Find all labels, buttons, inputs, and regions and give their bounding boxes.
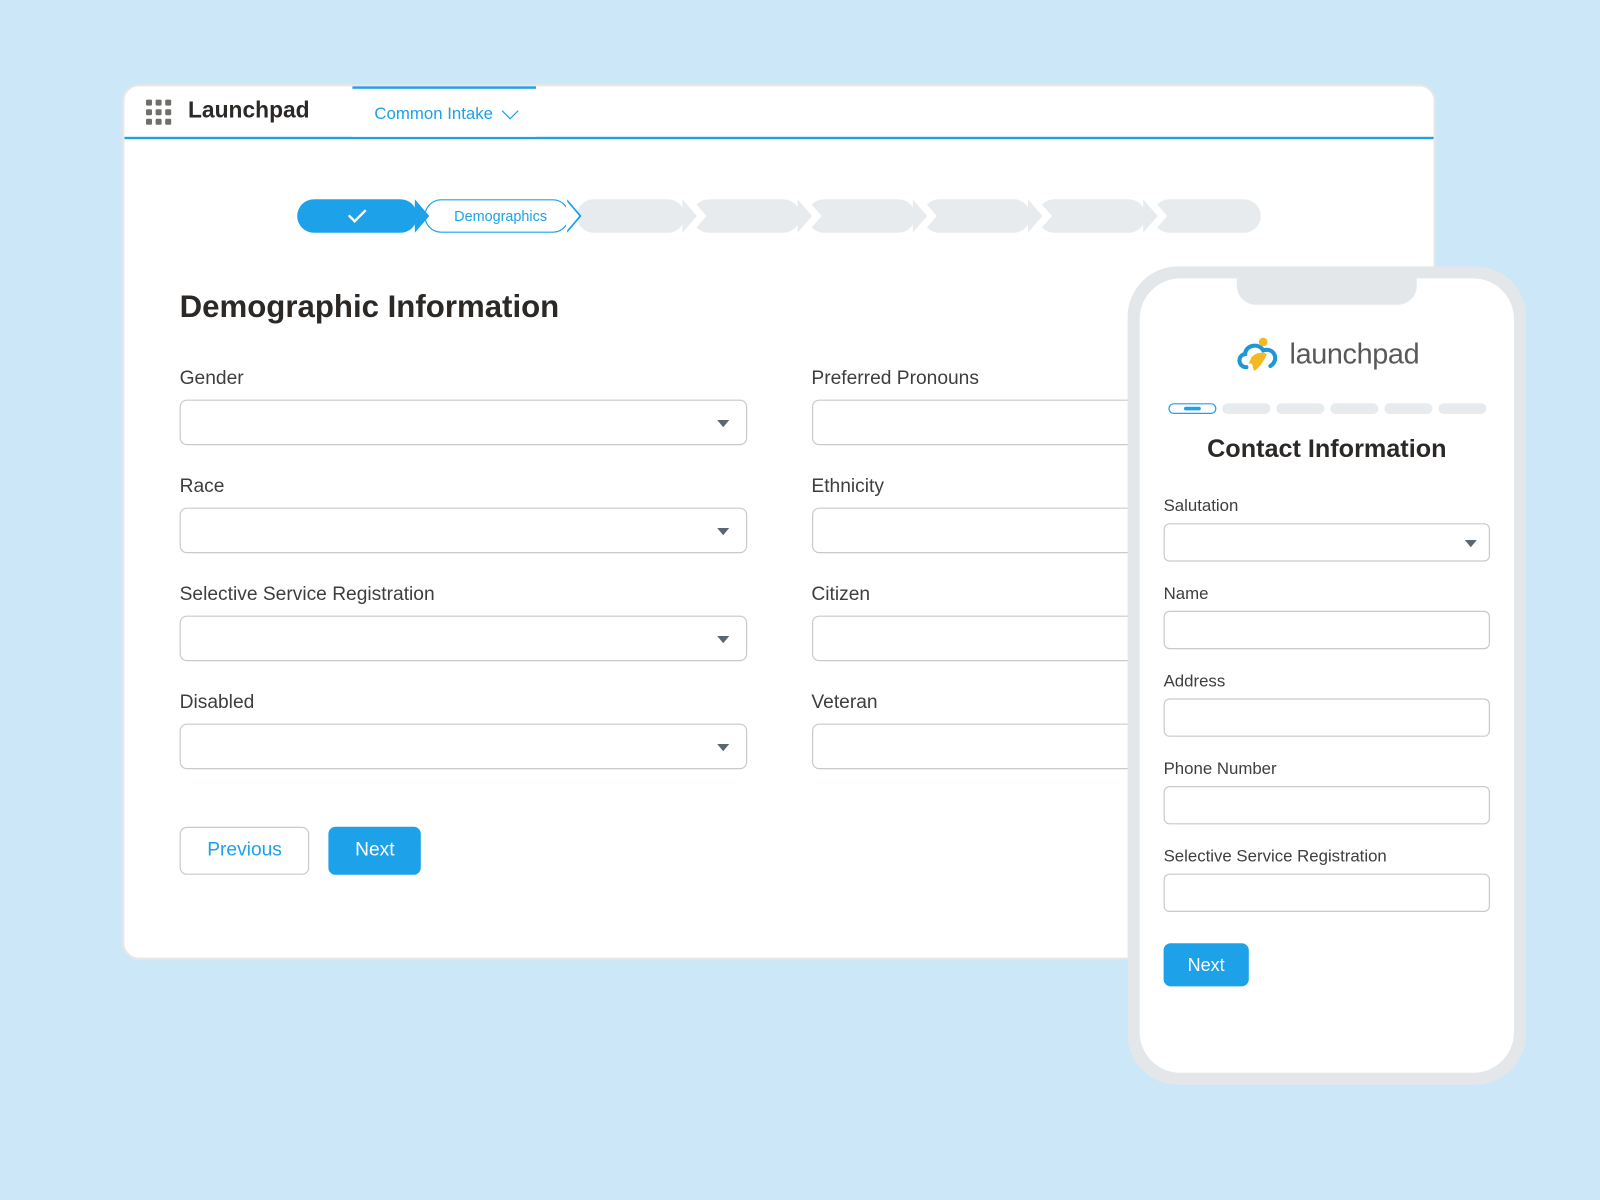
mobile-field-address: Address — [1164, 671, 1490, 737]
step-current-label: Demographics — [454, 208, 547, 225]
caret-down-icon — [1465, 540, 1477, 547]
label-race: Race — [180, 476, 747, 498]
next-button[interactable]: Next — [329, 827, 421, 875]
label-gender: Gender — [180, 368, 747, 390]
caret-down-icon — [717, 744, 729, 751]
step-current[interactable]: Demographics — [424, 199, 570, 233]
mobile-field-phone: Phone Number — [1164, 758, 1490, 824]
previous-button[interactable]: Previous — [180, 827, 310, 875]
mobile-label-salutation: Salutation — [1164, 496, 1490, 515]
step-future[interactable] — [1153, 199, 1261, 233]
step-future[interactable] — [923, 199, 1031, 233]
step-future[interactable] — [807, 199, 915, 233]
step-completed[interactable] — [297, 199, 417, 233]
app-title: Launchpad — [188, 98, 310, 124]
mobile-section-title: Contact Information — [1164, 436, 1490, 465]
phone-notch — [1237, 278, 1417, 304]
step-future[interactable] — [577, 199, 685, 233]
label-ssr: Selective Service Registration — [180, 584, 747, 606]
mobile-label-phone: Phone Number — [1164, 758, 1490, 777]
mobile-step[interactable] — [1384, 403, 1432, 414]
step-future[interactable] — [692, 199, 800, 233]
check-icon — [348, 204, 367, 223]
mobile-name-input[interactable] — [1164, 611, 1490, 649]
next-button-label: Next — [355, 840, 394, 862]
mobile-label-ssr: Selective Service Registration — [1164, 846, 1490, 865]
field-ssr: Selective Service Registration — [180, 584, 747, 661]
label-disabled: Disabled — [180, 692, 747, 714]
mobile-step[interactable] — [1276, 403, 1324, 414]
mobile-step[interactable] — [1438, 403, 1486, 414]
mobile-step[interactable] — [1222, 403, 1270, 414]
caret-down-icon — [717, 420, 729, 427]
mobile-next-button-label: Next — [1188, 955, 1225, 975]
mobile-salutation-select[interactable] — [1164, 523, 1490, 561]
mobile-phone-input[interactable] — [1164, 786, 1490, 824]
chevron-down-icon — [502, 103, 519, 120]
mobile-field-name: Name — [1164, 583, 1490, 649]
ssr-select[interactable] — [180, 616, 747, 662]
caret-down-icon — [717, 528, 729, 535]
mobile-field-salutation: Salutation — [1164, 496, 1490, 562]
cloud-person-icon — [1234, 334, 1282, 377]
mobile-screen: launchpad Contact Information Salutation… — [1140, 278, 1514, 1072]
field-race: Race — [180, 476, 747, 553]
mobile-address-input[interactable] — [1164, 698, 1490, 736]
brand-name: launchpad — [1290, 338, 1420, 372]
app-launcher-icon[interactable] — [146, 86, 171, 136]
brand-logo: launchpad — [1164, 334, 1490, 377]
mobile-label-address: Address — [1164, 671, 1490, 690]
mobile-label-name: Name — [1164, 583, 1490, 602]
mobile-next-button[interactable]: Next — [1164, 943, 1249, 986]
field-disabled: Disabled — [180, 692, 747, 769]
topbar: Launchpad Common Intake — [124, 86, 1433, 139]
mobile-field-ssr: Selective Service Registration — [1164, 846, 1490, 912]
previous-button-label: Previous — [207, 840, 282, 862]
caret-down-icon — [717, 636, 729, 643]
tab-common-intake[interactable]: Common Intake — [353, 85, 536, 137]
race-select[interactable] — [180, 508, 747, 554]
gender-select[interactable] — [180, 400, 747, 446]
step-future[interactable] — [1038, 199, 1146, 233]
disabled-select[interactable] — [180, 724, 747, 770]
field-gender: Gender — [180, 368, 747, 445]
mobile-ssr-input[interactable] — [1164, 874, 1490, 912]
progress-steps: Demographics — [124, 199, 1433, 233]
mobile-device: launchpad Contact Information Salutation… — [1128, 266, 1526, 1084]
tab-label: Common Intake — [374, 103, 493, 122]
mobile-step[interactable] — [1330, 403, 1378, 414]
mobile-step-active[interactable] — [1168, 403, 1216, 414]
mobile-progress-steps — [1164, 403, 1490, 414]
